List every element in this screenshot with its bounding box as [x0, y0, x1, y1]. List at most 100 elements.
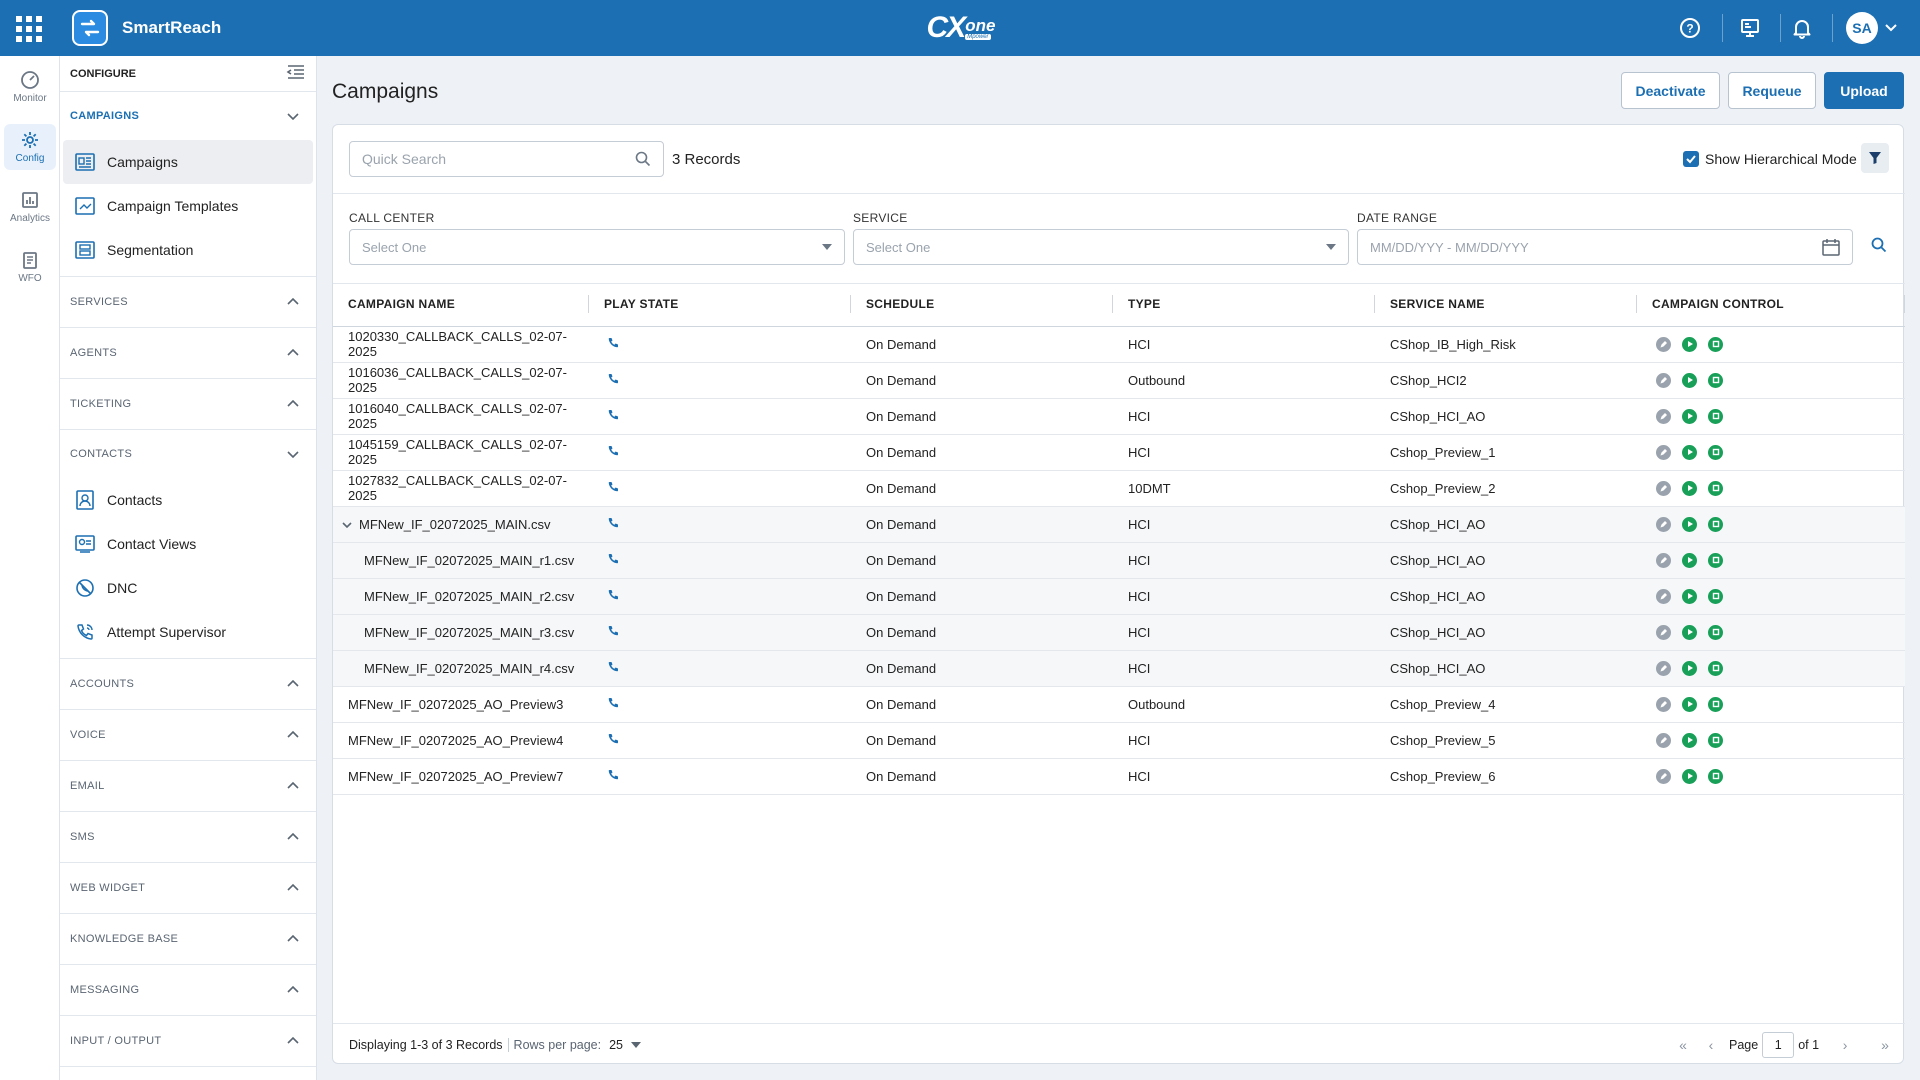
edit-icon[interactable] [1656, 768, 1671, 784]
user-avatar[interactable]: SA [1846, 12, 1878, 44]
sidebar-section-accounts[interactable]: ACCOUNTS [60, 659, 316, 710]
service-select[interactable]: Select One [853, 229, 1349, 265]
hierarchical-mode-toggle[interactable]: Show Hierarchical Mode [1683, 151, 1857, 167]
edit-icon[interactable] [1656, 336, 1671, 352]
column-header-service-name[interactable]: SERVICE NAME [1375, 283, 1637, 327]
stop-icon[interactable] [1708, 660, 1723, 676]
table-row[interactable]: MFNew_IF_02072025_AO_Preview7 On Demand HC… [333, 758, 1905, 795]
stop-icon[interactable] [1708, 372, 1723, 388]
play-icon[interactable] [1682, 516, 1697, 532]
table-row[interactable]: MFNew_IF_02072025_AO_Preview3 On Demand Ou… [333, 686, 1905, 723]
chevron-down-icon[interactable] [1884, 20, 1898, 37]
play-icon[interactable] [1682, 732, 1697, 748]
column-header-play-state[interactable]: PLAY STATE [589, 283, 851, 327]
sidebar-section-web-widget[interactable]: WEB WIDGET [60, 863, 316, 914]
stop-icon[interactable] [1708, 552, 1723, 568]
rail-item-monitor[interactable]: Monitor [4, 64, 56, 110]
edit-icon[interactable] [1656, 480, 1671, 496]
table-row[interactable]: 1016040_CALLBACK_CALLS_02-07-2025 On Dema… [333, 398, 1905, 435]
sidebar-item-contacts[interactable]: Contacts [63, 478, 313, 522]
edit-icon[interactable] [1656, 732, 1671, 748]
sidebar-item-dnc[interactable]: DNC [63, 566, 313, 610]
sidebar-section-voice[interactable]: VOICE [60, 710, 316, 761]
sidebar-item-segmentation[interactable]: Segmentation [63, 228, 313, 272]
table-row[interactable]: 1027832_CALLBACK_CALLS_02-07-2025 On Dema… [333, 470, 1905, 507]
column-header-type[interactable]: TYPE [1113, 283, 1375, 327]
page-number-input[interactable]: 1 [1762, 1032, 1795, 1058]
sidebar-section-services[interactable]: SERVICES [60, 277, 316, 328]
upload-button[interactable]: Upload [1824, 72, 1904, 109]
next-page-icon[interactable]: › [1835, 1037, 1855, 1053]
sidebar-section-input-output[interactable]: INPUT / OUTPUT [60, 1016, 316, 1067]
sidebar-item-campaign-templates[interactable]: Campaign Templates [63, 184, 313, 228]
stop-icon[interactable] [1708, 336, 1723, 352]
play-icon[interactable] [1682, 372, 1697, 388]
stop-icon[interactable] [1708, 480, 1723, 496]
table-row[interactable]: 1016036_CALLBACK_CALLS_02-07-2025 On Dema… [333, 362, 1905, 399]
prev-page-icon[interactable]: ‹ [1701, 1037, 1721, 1053]
deactivate-button[interactable]: Deactivate [1621, 72, 1720, 109]
help-icon[interactable]: ? [1678, 16, 1702, 40]
first-page-icon[interactable]: « [1673, 1037, 1693, 1053]
stop-icon[interactable] [1708, 624, 1723, 640]
sidebar-section-sms[interactable]: SMS [60, 812, 316, 863]
last-page-icon[interactable]: » [1875, 1037, 1895, 1053]
chevron-down-icon[interactable] [341, 519, 353, 531]
edit-icon[interactable] [1656, 372, 1671, 388]
table-row[interactable]: MFNew_IF_02072025_MAIN_r4.csv On Demand HC… [333, 650, 1905, 687]
table-row[interactable]: MFNew_IF_02072025_MAIN.csv On Demand HCI CS… [333, 506, 1905, 543]
stop-icon[interactable] [1708, 408, 1723, 424]
sidebar-section-ticketing[interactable]: TICKETING [60, 379, 316, 430]
column-header-schedule[interactable]: SCHEDULE [851, 283, 1113, 327]
stop-icon[interactable] [1708, 444, 1723, 460]
play-icon[interactable] [1682, 660, 1697, 676]
sidebar-item-campaigns[interactable]: Campaigns [63, 140, 313, 184]
sidebar-section-contacts[interactable]: CONTACTS [60, 430, 316, 478]
checkbox-checked-icon[interactable] [1683, 151, 1699, 167]
edit-icon[interactable] [1656, 660, 1671, 676]
stop-icon[interactable] [1708, 696, 1723, 712]
rows-per-page-select[interactable]: 25 [609, 1038, 642, 1052]
table-row[interactable]: 1020330_CALLBACK_CALLS_02-07-2025 On Dema… [333, 326, 1905, 363]
edit-icon[interactable] [1656, 552, 1671, 568]
play-icon[interactable] [1682, 588, 1697, 604]
column-header-campaign-name[interactable]: CAMPAIGN NAME [333, 283, 589, 327]
collapse-menu-icon[interactable] [286, 64, 306, 83]
search-input[interactable]: Quick Search [349, 141, 664, 177]
sidebar-section-email[interactable]: EMAIL [60, 761, 316, 812]
notification-bell-icon[interactable] [1790, 16, 1814, 40]
sidebar-section-campaigns[interactable]: CAMPAIGNS [60, 92, 316, 140]
play-icon[interactable] [1682, 552, 1697, 568]
stop-icon[interactable] [1708, 588, 1723, 604]
edit-icon[interactable] [1656, 696, 1671, 712]
call-center-select[interactable]: Select One [349, 229, 845, 265]
table-row[interactable]: MFNew_IF_02072025_AO_Preview4 On Demand HC… [333, 722, 1905, 759]
sidebar-item-contact-views[interactable]: Contact Views [63, 522, 313, 566]
play-icon[interactable] [1682, 444, 1697, 460]
edit-icon[interactable] [1656, 408, 1671, 424]
play-icon[interactable] [1682, 336, 1697, 352]
stop-icon[interactable] [1708, 732, 1723, 748]
play-icon[interactable] [1682, 408, 1697, 424]
stop-icon[interactable] [1708, 768, 1723, 784]
rail-item-config[interactable]: Config [4, 124, 56, 170]
play-icon[interactable] [1682, 696, 1697, 712]
agent-desktop-icon[interactable] [1738, 16, 1762, 40]
play-icon[interactable] [1682, 480, 1697, 496]
requeue-button[interactable]: Requeue [1728, 72, 1816, 109]
table-row[interactable]: MFNew_IF_02072025_MAIN_r1.csv On Demand HC… [333, 542, 1905, 579]
edit-icon[interactable] [1656, 444, 1671, 460]
table-row[interactable]: MFNew_IF_02072025_MAIN_r3.csv On Demand HC… [333, 614, 1905, 651]
filter-button[interactable] [1861, 143, 1889, 173]
rail-item-wfo[interactable]: WFO [4, 244, 56, 290]
table-row[interactable]: MFNew_IF_02072025_MAIN_r2.csv On Demand HC… [333, 578, 1905, 615]
apply-filter-search-icon[interactable] [1871, 237, 1887, 256]
play-icon[interactable] [1682, 624, 1697, 640]
table-row[interactable]: 1045159_CALLBACK_CALLS_02-07-2025 On Dema… [333, 434, 1905, 471]
sidebar-section-agents[interactable]: AGENTS [60, 328, 316, 379]
edit-icon[interactable] [1656, 516, 1671, 532]
edit-icon[interactable] [1656, 588, 1671, 604]
app-launcher-icon[interactable] [16, 16, 42, 42]
rail-item-analytics[interactable]: Analytics [4, 184, 56, 230]
sidebar-section-messaging[interactable]: MESSAGING [60, 965, 316, 1016]
